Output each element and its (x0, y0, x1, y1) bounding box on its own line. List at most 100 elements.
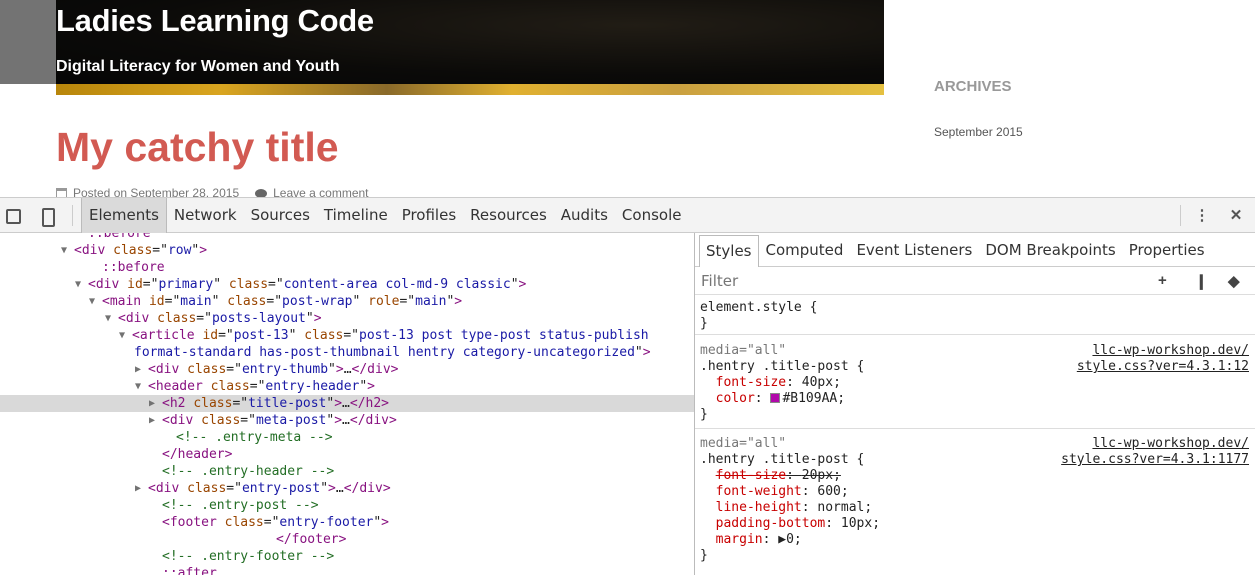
leave-comment-link[interactable]: Leave a comment (273, 186, 368, 197)
property-name[interactable]: font-size (716, 468, 786, 483)
style-rule-1[interactable]: media="all" llc-wp-workshop.dev/ .hentry … (695, 340, 1255, 429)
tab-sources[interactable]: Sources (244, 198, 317, 233)
dom-node-selected[interactable]: ▶ <h2 class="title-post">…</h2> (0, 395, 694, 412)
expand-arrow-icon[interactable]: ▼ (89, 293, 95, 310)
expand-arrow-icon[interactable]: ▼ (119, 327, 125, 344)
dom-node[interactable]: <!-- .entry-footer --> (0, 548, 694, 565)
color-swatch[interactable] (770, 393, 781, 403)
close-icon[interactable]: ✕ (1227, 207, 1245, 225)
dom-node[interactable]: ▼ <header class="entry-header"> (0, 378, 694, 395)
dom-node[interactable]: ::before (0, 233, 694, 242)
dom-node[interactable]: </header> (0, 446, 694, 463)
rule-source-link[interactable]: style.css?ver=4.3.1:1177 (1061, 452, 1249, 468)
device-mode-icon[interactable] (38, 207, 56, 227)
inspect-element-icon[interactable] (5, 207, 23, 225)
property-name[interactable]: color (716, 391, 755, 406)
tab-network[interactable]: Network (167, 198, 244, 233)
tab-dom-breakpoints[interactable]: DOM Breakpoints (979, 233, 1121, 267)
rule-source-link[interactable]: llc-wp-workshop.dev/ (1092, 343, 1249, 359)
dom-node[interactable]: ▼ <div id="primary" class="content-area c… (0, 276, 694, 293)
dom-node[interactable]: ▼ <article id="post-13" class="post-13 po… (0, 327, 694, 344)
tab-resources[interactable]: Resources (463, 198, 554, 233)
property-value[interactable]: #B109AA; (782, 391, 845, 406)
devtools-tabs: Elements Network Sources Timeline Profil… (80, 198, 688, 233)
rule-selector: .hentry .title-post { (700, 359, 865, 374)
tab-properties[interactable]: Properties (1123, 233, 1211, 267)
tab-elements[interactable]: Elements (81, 198, 167, 233)
dom-node[interactable]: ▼ <main id="main" class="post-wrap" role=… (0, 293, 694, 310)
nav-home-link[interactable]: Home (994, 6, 1036, 23)
toggle-element-state-icon[interactable]: ◆ (1228, 272, 1240, 290)
dom-node[interactable]: format-standard has-post-thumbnail hentr… (0, 344, 694, 361)
expand-arrow-icon[interactable]: ▼ (135, 378, 141, 395)
dom-node[interactable]: ▼ <div class="posts-layout"> (0, 310, 694, 327)
nav-blog-link[interactable]: Blog (1158, 6, 1191, 23)
dom-node[interactable]: ▼ <div class="row"> (0, 242, 694, 259)
style-property[interactable]: margin: ▶0; (700, 532, 1250, 548)
dom-node[interactable]: ▶ <div class="entry-thumb">…</div> (0, 361, 694, 378)
post-meta: Posted on September 28, 2015 Leave a com… (56, 186, 369, 197)
archives-heading: ARCHIVES (934, 78, 1012, 95)
style-property[interactable]: font-weight: 600; (700, 484, 1250, 500)
rule-close-brace: } (700, 407, 708, 422)
expand-arrow-icon[interactable]: ▼ (75, 276, 81, 293)
style-property[interactable]: line-height: normal; (700, 500, 1250, 516)
property-value[interactable]: normal; (817, 500, 872, 515)
pin-icon[interactable]: ❙ (1195, 272, 1208, 290)
property-name[interactable]: font-size (716, 375, 786, 390)
tab-audits[interactable]: Audits (554, 198, 615, 233)
dom-node[interactable]: <!-- .entry-meta --> (0, 429, 694, 446)
expand-arrow-icon[interactable]: ▶ (135, 361, 141, 378)
property-value[interactable]: 20px; (802, 468, 841, 483)
dom-node[interactable]: <!-- .entry-post --> (0, 497, 694, 514)
property-name[interactable]: line-height (716, 500, 802, 515)
tab-event-listeners[interactable]: Event Listeners (850, 233, 978, 267)
style-property[interactable]: padding-bottom: 10px; (700, 516, 1250, 532)
styles-filter-input[interactable] (701, 272, 1001, 290)
element-style-rule[interactable]: element.style { } (695, 297, 1255, 335)
property-value[interactable]: 40px; (802, 375, 841, 390)
expand-arrow-icon[interactable]: ▼ (105, 310, 111, 327)
property-value[interactable]: 10px; (841, 516, 880, 531)
dom-node[interactable]: <footer class="entry-footer"> (0, 514, 694, 531)
element-style-selector: element.style { (700, 300, 818, 315)
tab-computed[interactable]: Computed (760, 233, 850, 267)
expand-arrow-icon[interactable]: ▶ (135, 480, 141, 497)
post-title[interactable]: My catchy title (56, 124, 339, 171)
property-name[interactable]: font-weight (716, 484, 802, 499)
dom-tree[interactable]: ::before ▼ <div class="row">::before ▼ <div … (0, 233, 694, 575)
dom-node[interactable]: <!-- .entry-header --> (0, 463, 694, 480)
property-name[interactable]: margin (716, 532, 763, 547)
dom-node[interactable]: ::before (0, 259, 694, 276)
more-options-icon[interactable]: ⋮ (1193, 207, 1211, 225)
post-date[interactable]: Posted on September 28, 2015 (73, 186, 239, 197)
dom-node[interactable]: </footer> (0, 531, 694, 548)
property-value[interactable]: 600; (817, 484, 848, 499)
tab-console[interactable]: Console (615, 198, 689, 233)
dom-node[interactable]: ::after (0, 565, 694, 575)
property-name[interactable]: padding-bottom (716, 516, 826, 531)
styles-pane: Styles Computed Event Listeners DOM Brea… (695, 233, 1255, 575)
devtools-panel: Elements Network Sources Timeline Profil… (0, 197, 1255, 575)
expand-arrow-icon[interactable]: ▶ (149, 412, 155, 429)
expand-arrow-icon[interactable]: ▶ (149, 395, 155, 412)
rule-close-brace: } (700, 316, 708, 331)
nav-about-link[interactable]: About Us (1064, 6, 1131, 23)
expand-arrow-icon[interactable]: ▼ (61, 242, 67, 259)
tab-timeline[interactable]: Timeline (317, 198, 395, 233)
rule-source-link[interactable]: style.css?ver=4.3.1:12 (1077, 359, 1249, 375)
rule-source-link[interactable]: llc-wp-workshop.dev/ (1092, 436, 1249, 452)
new-style-rule-icon[interactable]: + (1158, 272, 1167, 289)
tab-styles[interactable]: Styles (699, 235, 759, 267)
style-property[interactable]: font-size: 20px; (700, 468, 1250, 484)
dom-node[interactable]: ▶ <div class="entry-post">…</div> (0, 480, 694, 497)
style-rule-2[interactable]: media="all" llc-wp-workshop.dev/ .hentry … (695, 433, 1255, 575)
archives-link[interactable]: September 2015 (934, 125, 1023, 139)
tab-profiles[interactable]: Profiles (395, 198, 463, 233)
filter-row: + ❙ ◆ (695, 267, 1255, 295)
dom-node[interactable]: ▶ <div class="meta-post">…</div> (0, 412, 694, 429)
property-value[interactable]: ▶0; (778, 532, 801, 547)
comment-icon (255, 188, 268, 197)
site-title[interactable]: Ladies Learning Code (56, 3, 374, 39)
site-tagline: Digital Literacy for Women and Youth (56, 58, 340, 75)
